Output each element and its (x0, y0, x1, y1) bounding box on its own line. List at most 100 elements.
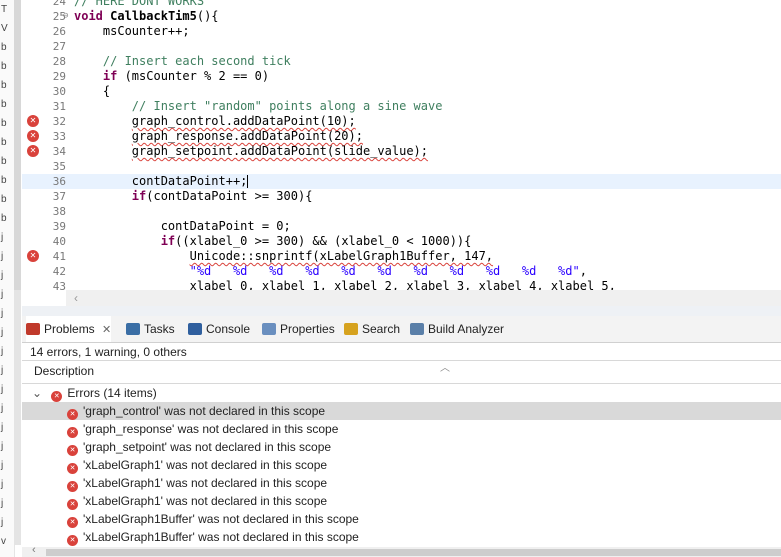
properties-icon (262, 323, 276, 335)
errors-group-row[interactable]: ⌄ ✕ Errors (14 items) (22, 384, 781, 402)
error-icon: ✕ (67, 427, 78, 438)
explorer-item-fragment[interactable]: j (1, 403, 3, 414)
error-icon: ✕ (67, 463, 78, 474)
code-line[interactable]: 28 // Insert each second tick (22, 54, 781, 69)
code-line[interactable]: ✕ 33 graph_response.addDataPoint(20); (22, 129, 781, 144)
tab-label: Problems (44, 322, 95, 336)
explorer-item-fragment[interactable]: j (1, 498, 3, 509)
line-number: 28 (52, 55, 66, 68)
tab-tasks[interactable]: Tasks (126, 316, 175, 342)
problem-row[interactable]: ✕ 'xLabelGraph1' was not declared in this… (22, 474, 781, 492)
editor-horizontal-scrollbar[interactable]: ‹ (66, 290, 781, 306)
scroll-left-icon[interactable]: ‹ (32, 544, 36, 556)
problem-row[interactable]: ✕ 'xLabelGraph1Buffer' was not declared i… (22, 528, 781, 546)
code-text: "%d %d %d %d %d %d %d %d %d %d %d", (189, 264, 587, 278)
code-line[interactable]: 39 contDataPoint = 0; (22, 219, 781, 234)
code-line[interactable]: 27 (22, 39, 781, 54)
code-line[interactable]: 35 (22, 159, 781, 174)
explorer-item-fragment[interactable]: b (1, 118, 7, 129)
explorer-item-fragment[interactable]: b (1, 175, 7, 186)
tab-build-analyzer[interactable]: Build Analyzer (410, 316, 504, 342)
code-line[interactable]: 36 contDataPoint++; (22, 174, 781, 189)
explorer-item-fragment[interactable]: b (1, 80, 7, 91)
problem-description: 'graph_control' was not declared in this… (83, 404, 326, 418)
error-icon[interactable]: ✕ (27, 145, 39, 157)
line-number: 41 (52, 250, 66, 263)
code-line[interactable]: 26 msCounter++; (22, 24, 781, 39)
code-text: // HERE DONT WORKS (74, 0, 205, 8)
line-number: 38 (52, 205, 66, 218)
panel-horizontal-scrollbar[interactable]: ‹ (22, 544, 781, 557)
explorer-item-fragment[interactable]: v (1, 536, 6, 547)
explorer-item-fragment[interactable]: j (1, 289, 3, 300)
code-line[interactable]: 25 ⊖ void CallbackTim5(){ (22, 9, 781, 24)
explorer-item-fragment[interactable]: j (1, 232, 3, 243)
scroll-left-icon[interactable]: ‹ (74, 291, 78, 305)
code-line[interactable]: 42 "%d %d %d %d %d %d %d %d %d %d %d", (22, 264, 781, 279)
explorer-item-fragment[interactable]: j (1, 327, 3, 338)
explorer-item-fragment[interactable]: j (1, 441, 3, 452)
error-icon[interactable]: ✕ (27, 130, 39, 142)
explorer-item-fragment[interactable]: b (1, 213, 7, 224)
explorer-item-fragment[interactable]: j (1, 517, 3, 528)
code-line[interactable]: ✕ 41 Unicode::snprintf(xLabelGraph1Buffer… (22, 249, 781, 264)
explorer-item-fragment[interactable]: j (1, 346, 3, 357)
description-column-header[interactable]: Description ︿ (22, 360, 781, 384)
explorer-item-fragment[interactable]: V (1, 23, 8, 34)
line-number: 42 (52, 265, 66, 278)
explorer-item-fragment[interactable]: j (1, 384, 3, 395)
code-line[interactable]: 40 if((xlabel_0 >= 300) && (xlabel_0 < 1… (22, 234, 781, 249)
explorer-item-fragment[interactable]: j (1, 270, 3, 281)
code-editor[interactable]: 24// HERE DONT WORKS 25 ⊖ void CallbackTim5… (22, 0, 781, 306)
code-line[interactable]: 31 // Insert "random" points along a sin… (22, 99, 781, 114)
explorer-item-fragment[interactable]: b (1, 61, 7, 72)
problem-row[interactable]: ✕ 'xLabelGraph1Buffer' was not declared i… (22, 510, 781, 528)
panel-left-scrollbar[interactable] (14, 290, 21, 545)
code-line[interactable]: 24 // HERE DONT WORKS (22, 0, 781, 9)
problem-row[interactable]: ✕ 'xLabelGraph1' was not declared in this… (22, 456, 781, 474)
tab-properties[interactable]: Properties (262, 316, 335, 342)
editor-left-scrollbar[interactable] (14, 0, 21, 290)
code-line[interactable]: 29 if (msCounter % 2 == 0) (22, 69, 781, 84)
code-line[interactable]: 38 (22, 204, 781, 219)
code-line[interactable]: 30 { (22, 84, 781, 99)
tab-console[interactable]: Console (188, 316, 250, 342)
explorer-item-fragment[interactable]: j (1, 422, 3, 433)
scroll-thumb[interactable] (46, 549, 781, 556)
code-text: graph_control.addDataPoint(10); (131, 114, 356, 128)
tab-problems[interactable]: Problems ✕ (26, 316, 112, 342)
problem-description: 'xLabelGraph1' was not declared in this … (83, 494, 328, 508)
chevron-down-icon[interactable]: ⌄ (22, 384, 48, 402)
error-icon: ✕ (67, 481, 78, 492)
error-icon: ✕ (51, 391, 63, 402)
error-icon: ✕ (67, 409, 78, 420)
fold-toggle-icon[interactable]: ⊖ (63, 9, 68, 24)
code-line[interactable]: 37 if(contDataPoint >= 300){ (22, 189, 781, 204)
error-icon[interactable]: ✕ (27, 250, 39, 262)
tab-label: Tasks (144, 322, 175, 336)
tab-search[interactable]: Search (344, 316, 400, 342)
explorer-item-fragment[interactable]: j (1, 479, 3, 490)
close-icon[interactable]: ✕ (102, 324, 111, 336)
explorer-item-fragment[interactable]: T (1, 4, 7, 15)
code-line[interactable]: ✕ 34 graph_setpoint.addDataPoint(slide_va… (22, 144, 781, 159)
explorer-item-fragment[interactable]: b (1, 137, 7, 148)
problem-row[interactable]: ✕ 'xLabelGraph1' was not declared in this… (22, 492, 781, 510)
error-icon[interactable]: ✕ (27, 115, 39, 127)
code-line[interactable]: ✕ 32 graph_control.addDataPoint(10); (22, 114, 781, 129)
explorer-item-fragment[interactable]: j (1, 251, 3, 262)
problem-row[interactable]: ✕ 'graph_setpoint' was not declared in th… (22, 438, 781, 456)
explorer-item-fragment[interactable]: j (1, 460, 3, 471)
explorer-item-fragment[interactable]: b (1, 42, 7, 53)
code-text: if (msCounter % 2 == 0) (102, 69, 270, 83)
explorer-item-fragment[interactable]: j (1, 308, 3, 319)
explorer-item-fragment[interactable]: j (1, 365, 3, 376)
problem-row[interactable]: ✕ 'graph_control' was not declared in thi… (22, 402, 781, 420)
explorer-item-fragment[interactable]: b (1, 99, 7, 110)
problem-row[interactable]: ✕ 'graph_response' was not declared in th… (22, 420, 781, 438)
explorer-item-fragment[interactable]: b (1, 194, 7, 205)
line-number: 43 (52, 280, 66, 293)
panel-splitter[interactable] (22, 306, 781, 316)
explorer-item-fragment[interactable]: b (1, 156, 7, 167)
sort-indicator-icon: ︿ (440, 363, 450, 374)
